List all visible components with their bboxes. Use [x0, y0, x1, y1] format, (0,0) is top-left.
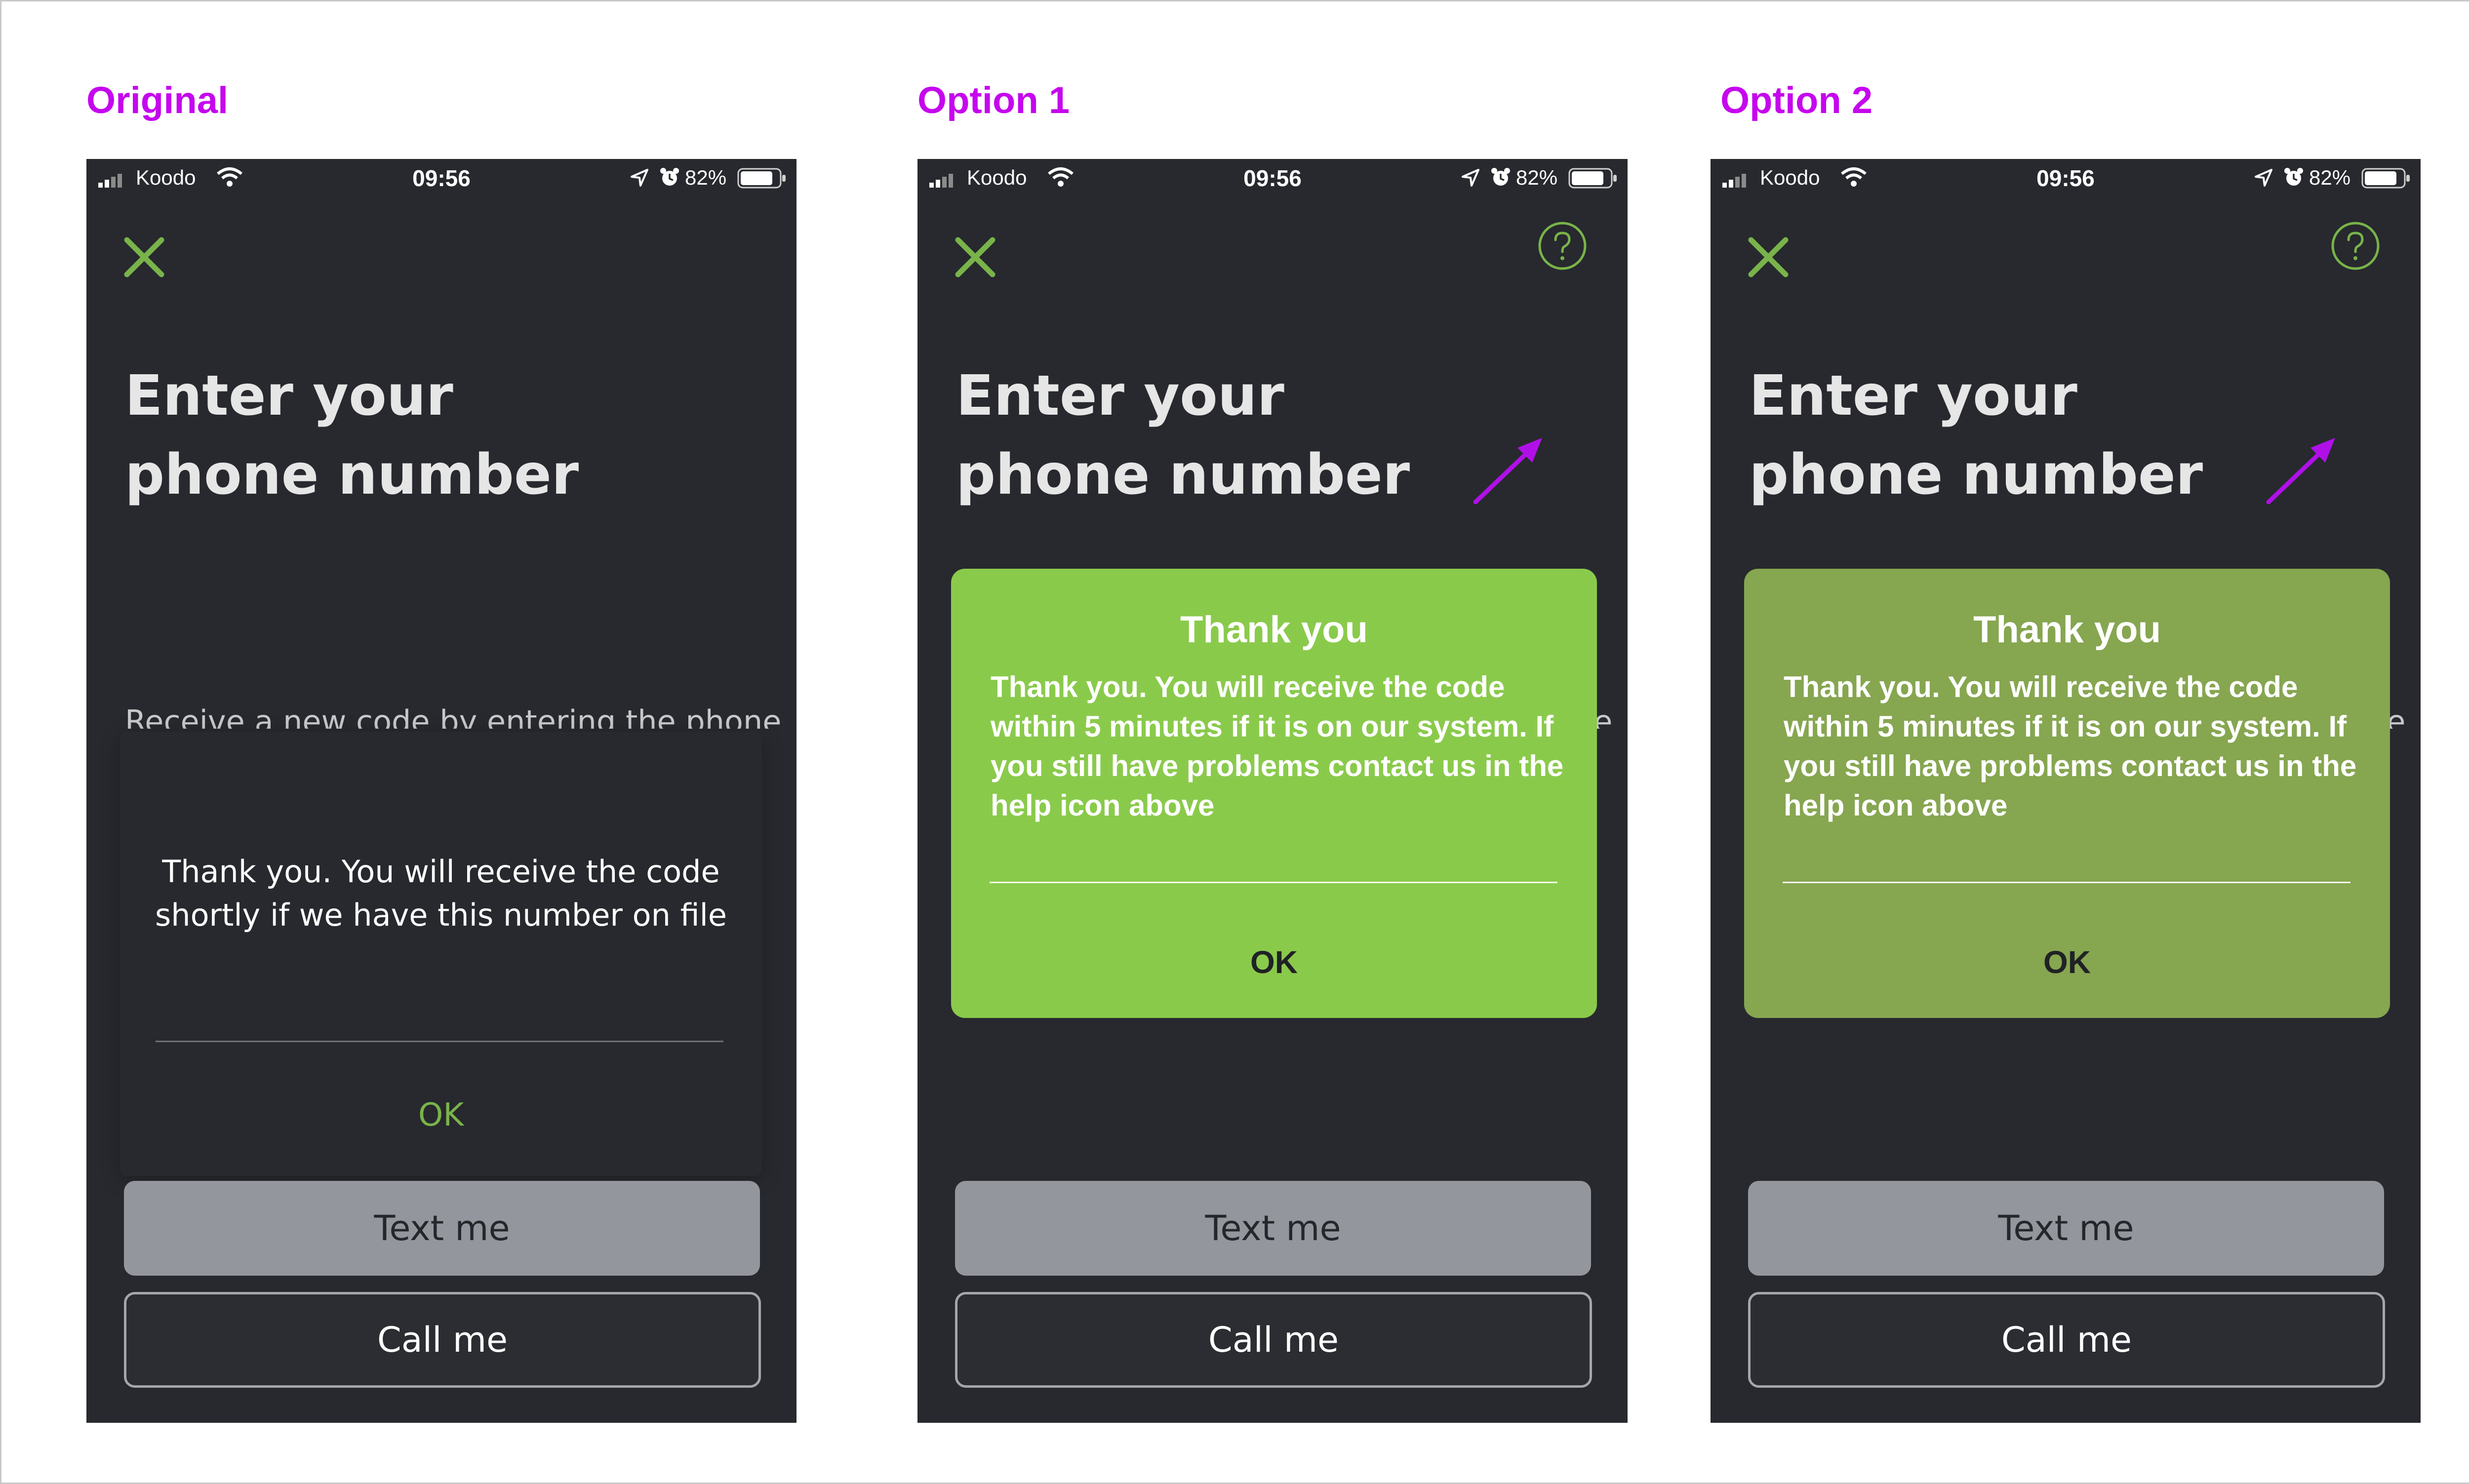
- confirmation-dialog: Thank you Thank you. You will receive th…: [951, 569, 1597, 1018]
- text-me-button[interactable]: Text me: [955, 1181, 1591, 1276]
- column-label-option-2: Option 2: [1720, 79, 1873, 121]
- help-icon[interactable]: [1536, 219, 1589, 273]
- dialog-ok-button[interactable]: OK: [1744, 944, 2390, 980]
- dialog-message: Thank you. You will receive the code wit…: [1784, 670, 2357, 822]
- call-me-button[interactable]: Call me: [955, 1292, 1592, 1388]
- page-title: Enter your phone number: [125, 356, 767, 514]
- text-me-button[interactable]: Text me: [1748, 1181, 2384, 1276]
- dialog-title: Thank you: [1180, 609, 1368, 651]
- battery-percent: 82%: [1516, 166, 1558, 189]
- confirmation-dialog: Thank you Thank you. You will receive th…: [1744, 569, 2390, 1018]
- battery-icon: [1568, 168, 1617, 189]
- call-me-button[interactable]: Call me: [1748, 1292, 2385, 1388]
- column-label-option-1: Option 1: [917, 79, 1070, 121]
- dialog-ok-button[interactable]: OK: [120, 1097, 762, 1133]
- dialog-message: Thank you. You will receive the code sho…: [155, 854, 727, 933]
- column-label-original: Original: [86, 79, 229, 121]
- dialog-divider: [990, 882, 1557, 883]
- status-bar: Koodo 09:56 82%: [86, 159, 796, 198]
- text-me-button[interactable]: Text me: [124, 1181, 760, 1276]
- alarm-clock-icon: [660, 168, 679, 186]
- title-line-1: Enter your: [956, 364, 1284, 428]
- close-icon[interactable]: [1746, 235, 1791, 279]
- location-arrow-icon: [631, 169, 648, 187]
- alarm-clock-icon: [2284, 168, 2303, 186]
- annotation-arrow-icon: [2266, 438, 2335, 505]
- dialog-divider: [156, 1041, 723, 1042]
- title-line-1: Enter your: [125, 364, 453, 428]
- location-arrow-icon: [2255, 169, 2272, 187]
- battery-icon: [2361, 168, 2410, 189]
- status-bar: Koodo 09:56 82%: [1711, 159, 2421, 198]
- status-bar: Koodo 09:56 82%: [917, 159, 1628, 198]
- battery-percent: 82%: [685, 166, 727, 189]
- phone-screen-option-1: Koodo 09:56 82% Enter your phone number: [917, 159, 1628, 1423]
- phone-screen-option-2: Koodo 09:56 82% Enter your phone number: [1711, 159, 2421, 1423]
- location-arrow-icon: [1462, 169, 1479, 187]
- phone-screen-original: Koodo 09:56 82% Enter your phone number …: [86, 159, 796, 1423]
- dialog-divider: [1783, 882, 2350, 883]
- annotation-arrow-icon: [1473, 438, 1542, 505]
- title-line-2: phone number: [125, 443, 579, 507]
- help-icon[interactable]: [2329, 219, 2382, 273]
- alarm-clock-icon: [1491, 168, 1510, 186]
- battery-percent: 82%: [2309, 166, 2351, 189]
- title-line-1: Enter your: [1749, 364, 2077, 428]
- call-me-button[interactable]: Call me: [124, 1292, 761, 1388]
- battery-icon: [737, 168, 786, 189]
- confirmation-dialog: Thank you. You will receive the code sho…: [120, 732, 762, 1176]
- close-icon[interactable]: [953, 235, 997, 279]
- dialog-ok-button[interactable]: OK: [951, 944, 1597, 980]
- dialog-message: Thank you. You will receive the code wit…: [991, 670, 1564, 822]
- close-icon[interactable]: [122, 235, 166, 279]
- subtitle: Receive a new code by entering the phone: [125, 703, 782, 729]
- dialog-title: Thank you: [1973, 609, 2161, 651]
